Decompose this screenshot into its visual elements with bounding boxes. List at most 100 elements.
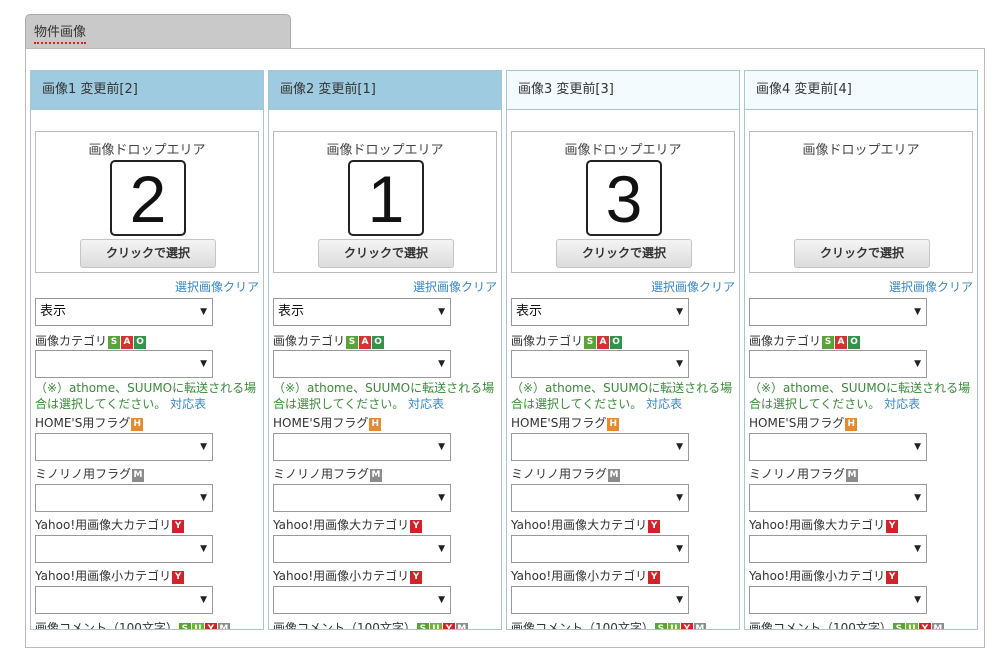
image-panel: 画像1 変更前[2] 画像ドロップエリア 2 クリックで選択 選択画像クリア 表… [25,48,985,648]
image-category-select[interactable]: ▼ [273,350,451,378]
suumo-badge-icon: S [654,623,667,629]
display-select[interactable]: 表示 ▼ [511,298,689,326]
yahoo-badge-icon: Y [886,520,899,533]
minorino-badge-icon: M [132,469,145,482]
yahoo-large-category-select[interactable]: ▼ [511,535,689,563]
image-thumbnail: 2 [110,160,186,236]
minorino-flag-label: ミノリノ用フラグ M [35,465,145,482]
transfer-note: （※）athome、SUUMOに転送される場合は選択してください。 対応表 [35,380,261,412]
image-column-3: 画像3 変更前[3] 画像ドロップエリア 3 クリックで選択 選択画像クリア 表… [506,70,740,630]
mapping-table-link[interactable]: 対応表 [170,397,206,411]
yahoo-small-category-select[interactable]: ▼ [511,586,689,614]
drop-area-label: 画像ドロップエリア [88,143,206,158]
minorino-badge-icon: M [217,623,230,629]
transfer-note: （※）athome、SUUMOに転送される場合は選択してください。 対応表 [511,380,737,412]
dropdown-arrow-icon: ▼ [438,595,445,605]
yahoo-badge-icon: Y [648,571,661,584]
yahoo-small-category-text: Yahoo!用画像小カテゴリ [35,569,172,583]
minorino-flag-select[interactable]: ▼ [35,484,213,512]
homes-flag-select[interactable]: ▼ [511,433,689,461]
select-file-button[interactable]: クリックで選択 [80,239,216,268]
homes-flag-select[interactable]: ▼ [35,433,213,461]
image-category-select[interactable]: ▼ [749,350,927,378]
select-file-button[interactable]: クリックで選択 [794,239,930,268]
clear-image-link[interactable]: 選択画像クリア [651,278,735,295]
minorino-badge-icon: M [693,623,706,629]
suumo-badge-icon: S [108,336,121,349]
image-category-select[interactable]: ▼ [511,350,689,378]
yahoo-small-category-select[interactable]: ▼ [749,586,927,614]
select-file-button[interactable]: クリックで選択 [556,239,692,268]
dropdown-arrow-icon: ▼ [200,442,207,452]
minorino-flag-select[interactable]: ▼ [511,484,689,512]
dropdown-arrow-icon: ▼ [914,442,921,452]
clear-image-link[interactable]: 選択画像クリア [175,278,259,295]
minorino-flag-select[interactable]: ▼ [749,484,927,512]
minorino-flag-select[interactable]: ▼ [273,484,451,512]
dropdown-arrow-icon: ▼ [914,595,921,605]
yahoo-small-category-text: Yahoo!用画像小カテゴリ [749,569,886,583]
yahoo-badge-icon: Y [918,623,931,629]
u-badge-icon: U [667,623,680,629]
clear-image-link[interactable]: 選択画像クリア [889,278,973,295]
homes-badge-icon: H [131,418,144,431]
mapping-table-link[interactable]: 対応表 [408,397,444,411]
other-badge-icon: O [372,336,385,349]
yahoo-small-category-select[interactable]: ▼ [273,586,451,614]
image-drop-area[interactable]: 画像ドロップエリア 3 クリックで選択 [511,131,735,273]
dropdown-arrow-icon: ▼ [200,359,207,369]
dropdown-arrow-icon: ▼ [200,544,207,554]
homes-badge-icon: H [369,418,382,431]
u-badge-icon: U [905,623,918,629]
homes-flag-label: HOME'S用フラグ H [35,414,144,431]
tab-property-images[interactable]: 物件画像 [25,14,291,48]
image-category-select[interactable]: ▼ [35,350,213,378]
mapping-table-link[interactable]: 対応表 [884,397,920,411]
dropdown-arrow-icon: ▼ [438,307,445,317]
column-header: 画像2 変更前[1] [269,71,501,110]
select-file-button[interactable]: クリックで選択 [318,239,454,268]
image-category-text: 画像カテゴリ [511,334,584,348]
yahoo-badge-icon: Y [172,520,185,533]
column-header: 画像4 変更前[4] [745,71,977,110]
clear-image-link[interactable]: 選択画像クリア [413,278,497,295]
homes-flag-select[interactable]: ▼ [273,433,451,461]
dropdown-arrow-icon: ▼ [676,595,683,605]
minorino-flag-text: ミノリノ用フラグ [35,467,132,481]
yahoo-large-category-select[interactable]: ▼ [749,535,927,563]
minorino-badge-icon: M [931,623,944,629]
dropdown-arrow-icon: ▼ [200,493,207,503]
display-select-value: 表示 [516,304,543,319]
column-header: 画像3 変更前[3] [507,71,739,110]
homes-flag-label: HOME'S用フラグ H [511,414,620,431]
display-select[interactable]: 表示 ▼ [35,298,213,326]
dropdown-arrow-icon: ▼ [676,307,683,317]
drop-area-label: 画像ドロップエリア [564,143,682,158]
image-comment-text: 画像コメント（100文字） [35,621,178,630]
yahoo-large-category-select[interactable]: ▼ [35,535,213,563]
minorino-flag-text: ミノリノ用フラグ [511,467,608,481]
dropdown-arrow-icon: ▼ [676,359,683,369]
image-drop-area[interactable]: 画像ドロップエリア クリックで選択 [749,131,973,273]
yahoo-large-category-text: Yahoo!用画像大カテゴリ [511,518,648,532]
homes-flag-text: HOME'S用フラグ [749,416,845,430]
image-column-2: 画像2 変更前[1] 画像ドロップエリア 1 クリックで選択 選択画像クリア 表… [268,70,502,630]
mapping-table-link[interactable]: 対応表 [646,397,682,411]
display-select[interactable]: ▼ [749,298,927,326]
image-drop-area[interactable]: 画像ドロップエリア 2 クリックで選択 [35,131,259,273]
dropdown-arrow-icon: ▼ [914,493,921,503]
yahoo-large-category-label: Yahoo!用画像大カテゴリ Y [35,516,185,533]
dropdown-arrow-icon: ▼ [200,307,207,317]
yahoo-small-category-text: Yahoo!用画像小カテゴリ [511,569,648,583]
yahoo-large-category-text: Yahoo!用画像大カテゴリ [749,518,886,532]
image-drop-area[interactable]: 画像ドロップエリア 1 クリックで選択 [273,131,497,273]
image-comment-text: 画像コメント（100文字） [511,621,654,630]
yahoo-small-category-select[interactable]: ▼ [35,586,213,614]
image-category-label: 画像カテゴリ S A O [35,332,147,349]
athome-badge-icon: A [121,336,134,349]
yahoo-large-category-select[interactable]: ▼ [273,535,451,563]
display-select[interactable]: 表示 ▼ [273,298,451,326]
image-thumbnail: 3 [586,160,662,236]
tab-label: 物件画像 [34,21,87,44]
homes-flag-select[interactable]: ▼ [749,433,927,461]
